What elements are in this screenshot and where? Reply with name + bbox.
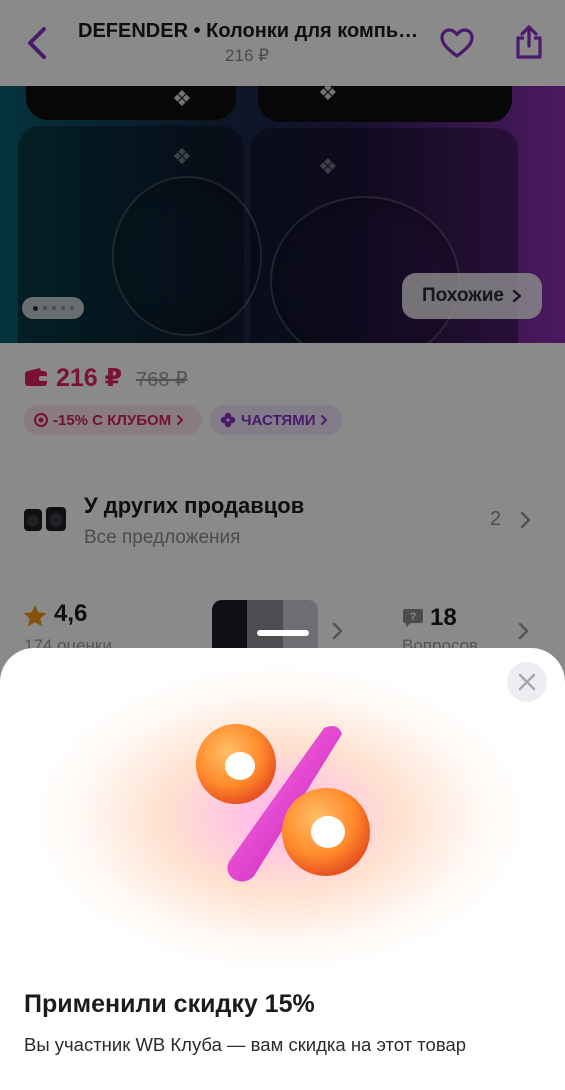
percent-icon [196,724,370,882]
sheet-title: Применили скидку 15% [24,990,315,1018]
sheet-drag-handle[interactable] [257,630,309,636]
close-icon [518,673,536,691]
sheet-description: Вы участник WB Клуба — вам скидка на это… [24,1034,467,1055]
close-button[interactable] [507,662,547,702]
